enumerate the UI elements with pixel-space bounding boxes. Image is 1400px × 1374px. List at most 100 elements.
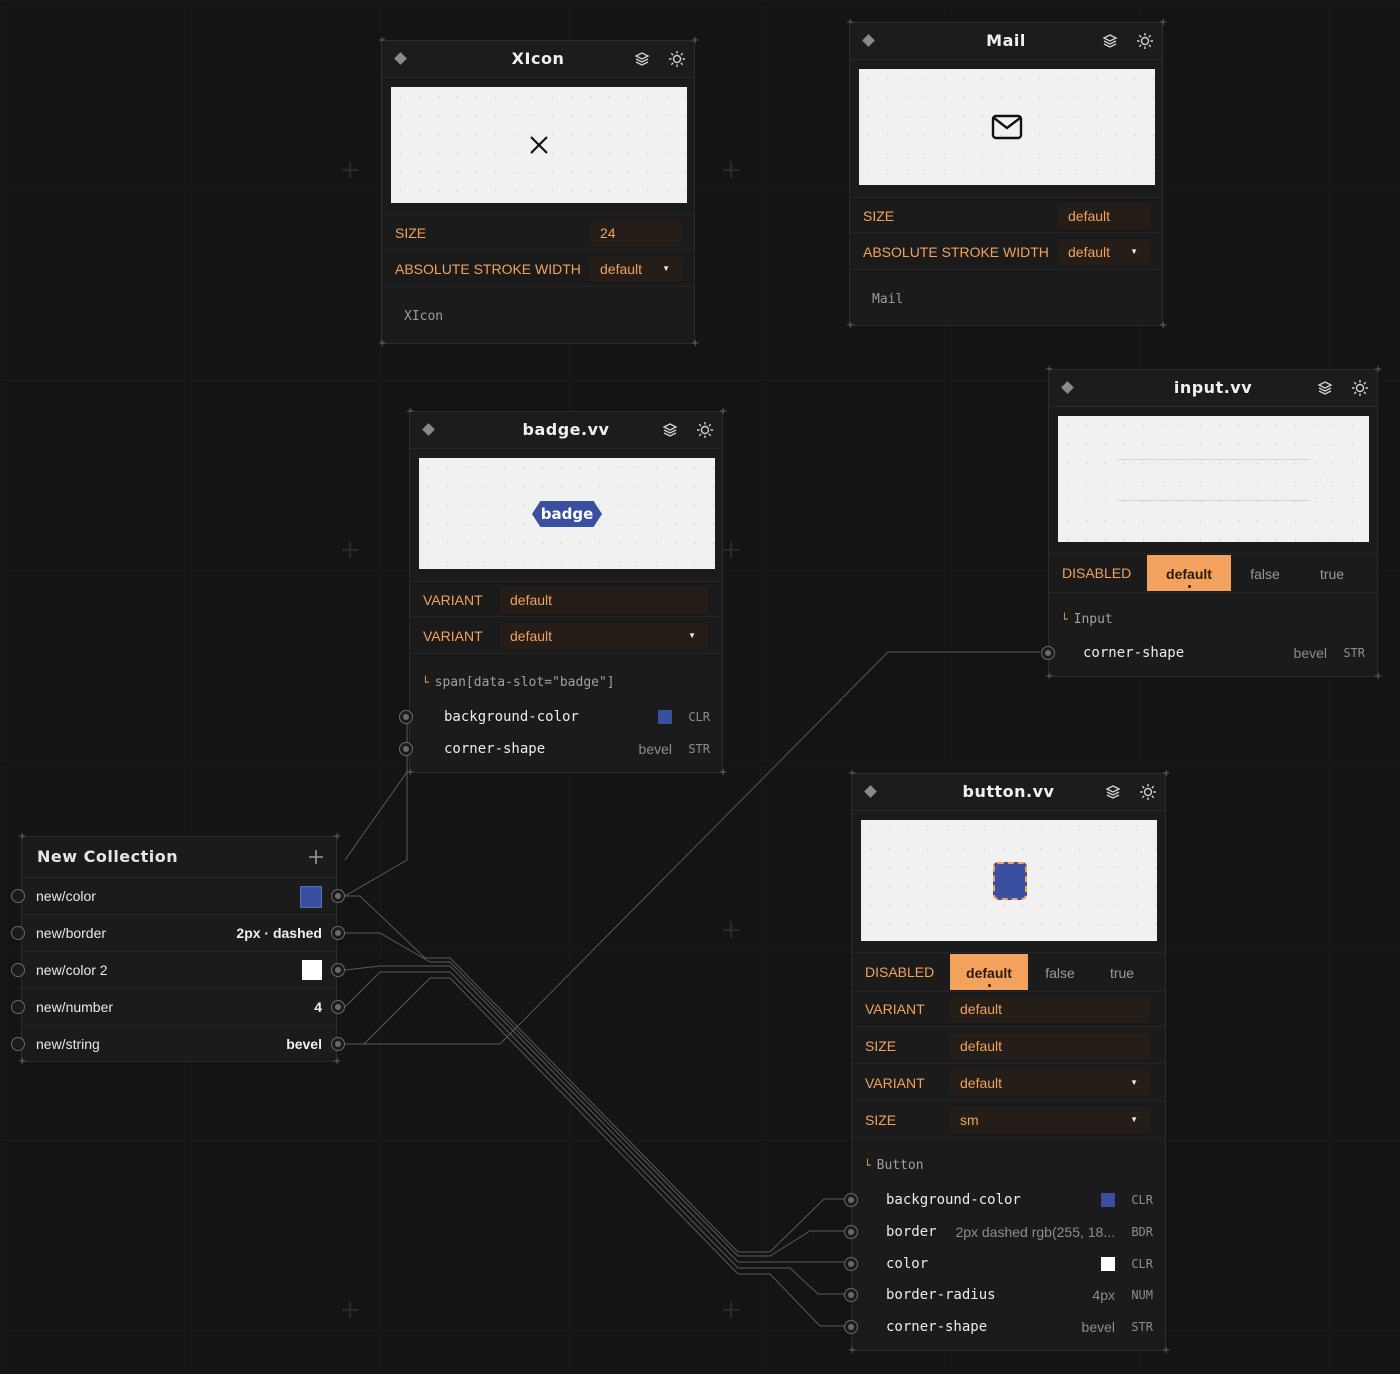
input-node[interactable]: ++ ++ input.vv DISABLED default false tr… — [1041, 365, 1383, 682]
tab-true[interactable]: true — [1092, 954, 1152, 990]
corner-mark: + — [1374, 671, 1383, 682]
slot-selector: └ Input — [1061, 612, 1113, 627]
input-port[interactable] — [844, 1193, 858, 1207]
prop-row[interactable]: background-color CLR — [399, 701, 722, 733]
input-port[interactable] — [399, 742, 413, 756]
prop-value: 4px — [1092, 1287, 1115, 1303]
badge-node[interactable]: ++ ++ badge.vv badge VARIANT default VAR… — [399, 407, 727, 778]
tab-false[interactable]: false — [1028, 954, 1092, 990]
collection-row[interactable]: new/color — [11, 878, 345, 915]
layers-icon[interactable] — [662, 422, 678, 438]
node-header[interactable]: Mail — [850, 23, 1162, 60]
prop-row[interactable]: background-color CLR — [844, 1184, 1165, 1216]
input-port[interactable] — [1041, 646, 1055, 660]
collection-row[interactable]: new/string bevel — [11, 1026, 345, 1063]
corner-mark: + — [1162, 1345, 1171, 1356]
variant-value: default — [510, 628, 553, 644]
tab-default[interactable]: default — [1147, 555, 1231, 591]
variant-select[interactable]: default ▼ — [950, 1070, 1150, 1096]
sun-icon[interactable] — [1139, 783, 1157, 801]
prop-row[interactable]: border-radius 4px NUM — [844, 1279, 1165, 1311]
output-port[interactable] — [331, 889, 345, 903]
input-port[interactable] — [11, 1000, 25, 1014]
color-swatch[interactable] — [1101, 1193, 1115, 1207]
layers-icon[interactable] — [1105, 784, 1121, 800]
size-value: sm — [960, 1112, 979, 1128]
disabled-tabs: DISABLED default false true — [1049, 553, 1377, 593]
grid-plus-icon: + — [720, 1295, 742, 1325]
token-name: new/color 2 — [36, 962, 108, 978]
grid-plus-icon: + — [720, 915, 742, 945]
node-header[interactable]: XIcon — [382, 41, 694, 78]
component-preview — [391, 87, 687, 203]
stroke-width-value: default — [600, 261, 643, 277]
chevron-down-icon: ▼ — [1130, 1078, 1138, 1087]
size-select[interactable]: sm ▼ — [950, 1107, 1150, 1133]
input-port[interactable] — [399, 710, 413, 724]
disabled-label: DISABLED — [865, 964, 935, 980]
sun-icon[interactable] — [668, 50, 686, 68]
input-port[interactable] — [11, 1037, 25, 1051]
layers-icon[interactable] — [1102, 33, 1118, 49]
collection-row[interactable]: new/border 2px · dashed — [11, 915, 345, 952]
prop-type: NUM — [1131, 1288, 1153, 1302]
input-port[interactable] — [844, 1257, 858, 1271]
color-swatch[interactable] — [302, 960, 322, 980]
stroke-width-select[interactable]: default ▼ — [590, 256, 682, 282]
input-port[interactable] — [11, 889, 25, 903]
node-header[interactable]: button.vv — [852, 774, 1165, 811]
mail-node[interactable]: ++ ++ Mail SIZE default ABSOLUTE STROKE … — [846, 18, 1167, 331]
disabled-tabs: DISABLED default false true — [852, 952, 1165, 992]
node-header[interactable]: badge.vv — [410, 412, 722, 449]
color-swatch[interactable] — [300, 886, 322, 908]
component-preview — [861, 820, 1157, 941]
input-port[interactable] — [11, 926, 25, 940]
corner-mark: + — [848, 1345, 857, 1356]
tab-true[interactable]: true — [1299, 555, 1365, 591]
collection-header: New Collection — [22, 837, 336, 878]
collection-row[interactable]: new/number 4 — [11, 989, 345, 1026]
prop-row[interactable]: color CLR — [844, 1248, 1165, 1280]
sun-icon[interactable] — [1351, 379, 1369, 397]
prop-row[interactable]: corner-shape bevel STR — [399, 733, 722, 765]
tab-false[interactable]: false — [1231, 555, 1299, 591]
stroke-width-label: ABSOLUTE STROKE WIDTH — [395, 261, 581, 277]
layers-icon[interactable] — [1317, 380, 1333, 396]
output-port[interactable] — [331, 1000, 345, 1014]
color-swatch[interactable] — [658, 710, 672, 724]
token-name: new/string — [36, 1036, 100, 1052]
sun-icon[interactable] — [1136, 32, 1154, 50]
input-port[interactable] — [11, 963, 25, 977]
prop-name: corner-shape — [886, 1319, 988, 1335]
variant-value: default — [960, 1075, 1003, 1091]
tab-default[interactable]: default — [950, 954, 1028, 990]
color-swatch[interactable] — [1101, 1257, 1115, 1271]
size-input[interactable]: default — [1058, 203, 1150, 229]
layers-icon[interactable] — [634, 51, 650, 67]
input-preview — [1100, 459, 1328, 501]
size-input[interactable]: 24 — [590, 220, 682, 246]
grid-plus-icon: + — [339, 1295, 361, 1325]
input-port[interactable] — [844, 1320, 858, 1334]
xicon-node[interactable]: ++ ++ XIcon SIZE 24 ABSOLUTE STROKE WIDT… — [378, 36, 699, 349]
prop-row[interactable]: corner-shape bevel STR — [844, 1311, 1165, 1343]
output-port[interactable] — [331, 1037, 345, 1051]
sun-icon[interactable] — [696, 421, 714, 439]
size-input[interactable]: default — [950, 1033, 1150, 1059]
input-port[interactable] — [844, 1288, 858, 1302]
prop-row[interactable]: border 2px dashed rgb(255, 18... BDR — [844, 1216, 1165, 1248]
node-header[interactable]: input.vv — [1049, 370, 1377, 407]
prop-name: border — [886, 1224, 937, 1240]
variant-input[interactable]: default — [500, 587, 708, 613]
stroke-width-select[interactable]: default ▼ — [1058, 239, 1150, 265]
collection-row[interactable]: new/color 2 — [11, 952, 345, 989]
button-node[interactable]: ++ ++ button.vv DISABLED default false t… — [844, 769, 1171, 1356]
variant-input[interactable]: default — [950, 996, 1150, 1022]
output-port[interactable] — [331, 926, 345, 940]
output-port[interactable] — [331, 963, 345, 977]
input-port[interactable] — [844, 1225, 858, 1239]
prop-row[interactable]: corner-shape bevel STR — [1041, 637, 1377, 669]
collection-node[interactable]: + + + + New Collection new/color new/borde… — [11, 832, 345, 1067]
variant-select[interactable]: default ▼ — [500, 623, 708, 649]
plus-icon[interactable] — [308, 849, 324, 865]
